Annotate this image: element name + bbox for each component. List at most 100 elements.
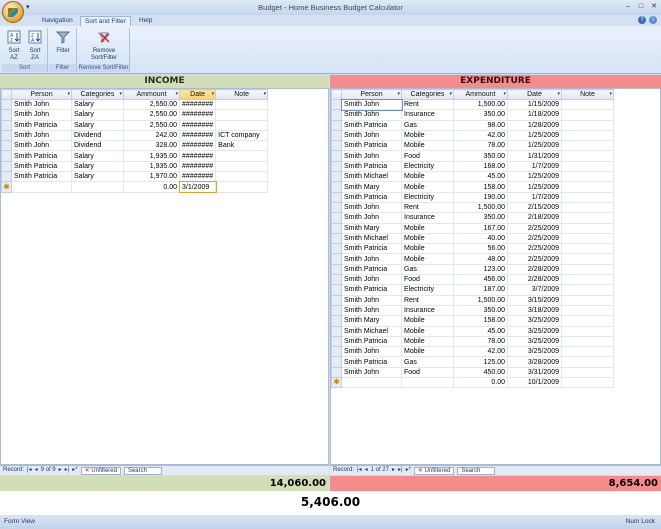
cell-amount[interactable]: 42.00 (453, 346, 508, 358)
row-selector[interactable] (331, 232, 342, 245)
record-position[interactable]: 1 of 27 (371, 466, 389, 475)
table-row[interactable]: Smith John Food 350.00 1/31/2009 (331, 150, 614, 162)
cell-person[interactable]: Smith Patricia (341, 160, 402, 173)
last-record-icon[interactable]: ▸| (398, 466, 403, 475)
table-row[interactable]: Smith John Insurance 350.00 3/18/2009 (331, 304, 614, 317)
cell-note[interactable] (561, 284, 614, 296)
row-selector[interactable] (331, 140, 342, 152)
cell-amount[interactable]: 158.00 (453, 315, 508, 327)
row-selector[interactable] (331, 212, 342, 224)
cell-date[interactable]: 1/25/2009 (507, 129, 562, 142)
cell-person[interactable]: Smith Patricia (341, 140, 402, 152)
cell-note[interactable] (561, 160, 614, 173)
table-row[interactable]: Smith John Insurance 350.00 1/18/2009 (331, 109, 614, 121)
cell-date[interactable]: 3/25/2009 (507, 346, 562, 358)
first-record-icon[interactable]: |◂ (27, 466, 32, 475)
row-selector[interactable] (1, 140, 12, 152)
cell-category[interactable]: Insurance (401, 109, 454, 121)
cell-amount[interactable]: 190.00 (453, 191, 508, 203)
next-record-icon[interactable]: ▸ (392, 466, 395, 475)
table-row[interactable]: Smith John Salary 2,550.00 ######## (1, 98, 269, 111)
table-row[interactable]: Smith Patricia Gas 125.00 3/28/2009 (331, 356, 614, 368)
cell-note[interactable] (561, 356, 614, 368)
cell-date[interactable]: 2/25/2009 (507, 243, 562, 255)
cell-date[interactable]: 1/15/2009 (507, 98, 562, 111)
cell-date[interactable]: 3/7/2009 (507, 284, 562, 296)
table-row[interactable]: Smith John Rent 1,500.00 3/15/2009 (331, 294, 614, 306)
cell-category[interactable]: Electricity (401, 160, 454, 173)
cell-category[interactable]: Mobile (401, 232, 454, 245)
cell-person[interactable]: Smith John (11, 109, 72, 121)
table-row[interactable]: Smith Patricia Mobile 56.00 2/25/2009 (331, 243, 614, 255)
table-row[interactable]: Smith Patricia Gas 98.00 1/28/2009 (331, 119, 614, 131)
cell-amount[interactable]: 350.00 (453, 109, 508, 121)
select-all-cell[interactable] (1, 89, 12, 100)
cell-category[interactable]: Gas (401, 263, 454, 276)
new-record-icon[interactable]: ▸* (406, 466, 411, 475)
office-button[interactable] (2, 1, 24, 23)
cell-date[interactable]: 3/18/2009 (507, 304, 562, 317)
cell-category[interactable]: Mobile (401, 181, 454, 193)
record-position[interactable]: 9 of 9 (41, 466, 56, 475)
cell-amount[interactable]: 42.00 (453, 129, 508, 142)
cell-amount[interactable]: 1,500.00 (453, 201, 508, 214)
cell-note[interactable] (561, 150, 614, 162)
cell-note[interactable] (561, 98, 614, 111)
row-selector[interactable] (331, 129, 342, 142)
cell-note[interactable] (561, 171, 614, 183)
cell-note[interactable] (561, 346, 614, 358)
cell-amount[interactable]: 242.00 (123, 129, 180, 142)
table-row[interactable]: Smith Patricia Electricity 187.00 3/7/2009 (331, 284, 614, 296)
cell-category[interactable]: Dividend (71, 129, 124, 142)
col-note[interactable]: Note ▾ (561, 89, 614, 100)
cell-person[interactable]: Smith John (11, 140, 72, 152)
row-selector[interactable] (331, 274, 342, 286)
row-selector[interactable] (331, 366, 342, 379)
cell-amount[interactable]: 350.00 (453, 212, 508, 224)
cell-amount[interactable]: 2,550.00 (123, 119, 180, 131)
cell-person[interactable]: Smith John (11, 129, 72, 142)
cell-date[interactable]: 3/31/2009 (507, 366, 562, 379)
cell-date[interactable]: 3/25/2009 (507, 315, 562, 327)
cell-note[interactable] (215, 160, 269, 173)
cell-note[interactable]: ICT company (215, 129, 269, 142)
cell-person[interactable]: Smith John (341, 366, 402, 379)
row-selector[interactable] (331, 253, 342, 265)
row-selector[interactable] (331, 356, 342, 368)
cell-amount[interactable]: 1,935.00 (123, 150, 180, 162)
sort-za-button[interactable]: ZA Sort ZA (26, 30, 44, 62)
row-selector[interactable] (331, 315, 342, 327)
cell-note[interactable] (561, 191, 614, 203)
row-selector[interactable] (1, 119, 12, 131)
cell-date[interactable]: 3/25/2009 (507, 325, 562, 337)
table-row[interactable]: Smith Patricia Salary 1,970.00 ######## (1, 171, 269, 183)
row-selector[interactable] (1, 171, 12, 183)
cell-category[interactable]: Mobile (401, 129, 454, 142)
cell-amount[interactable]: 1,500.00 (453, 98, 508, 111)
cell-amount[interactable]: 158.00 (453, 181, 508, 193)
cell-amount[interactable]: 125.00 (453, 356, 508, 368)
col-categories[interactable]: Categories ▾ (401, 89, 454, 100)
cell-person[interactable]: Smith Patricia (341, 335, 402, 348)
cell-note[interactable] (561, 212, 614, 224)
cell-person[interactable]: Smith Patricia (11, 171, 72, 183)
cell-person[interactable] (11, 181, 72, 193)
col-categories[interactable]: Categories ▾ (71, 89, 124, 100)
cell-amount[interactable]: 98.00 (453, 119, 508, 131)
cell-amount[interactable]: 168.00 (453, 160, 508, 173)
cell-person[interactable]: Smith Patricia (341, 243, 402, 255)
filter-toggle[interactable]: ✕ Unfiltered (80, 466, 121, 475)
cell-category[interactable]: Mobile (401, 335, 454, 348)
cell-person[interactable]: Smith John (341, 294, 402, 306)
close-icon[interactable]: ✕ (649, 2, 659, 12)
cell-category[interactable]: Mobile (401, 243, 454, 255)
cell-date[interactable]: 2/28/2009 (507, 274, 562, 286)
cell-amount[interactable]: 0.00 (453, 377, 508, 389)
cell-amount[interactable]: 328.00 (123, 140, 180, 152)
cell-date[interactable]: 1/25/2009 (507, 181, 562, 193)
cell-person[interactable]: Smith Mary (341, 181, 402, 193)
cell-note[interactable] (561, 263, 614, 276)
cell-amount[interactable]: 56.00 (453, 243, 508, 255)
cell-category[interactable]: Mobile (401, 325, 454, 337)
table-row[interactable]: Smith Michael Mobile 45.00 3/25/2009 (331, 325, 614, 337)
